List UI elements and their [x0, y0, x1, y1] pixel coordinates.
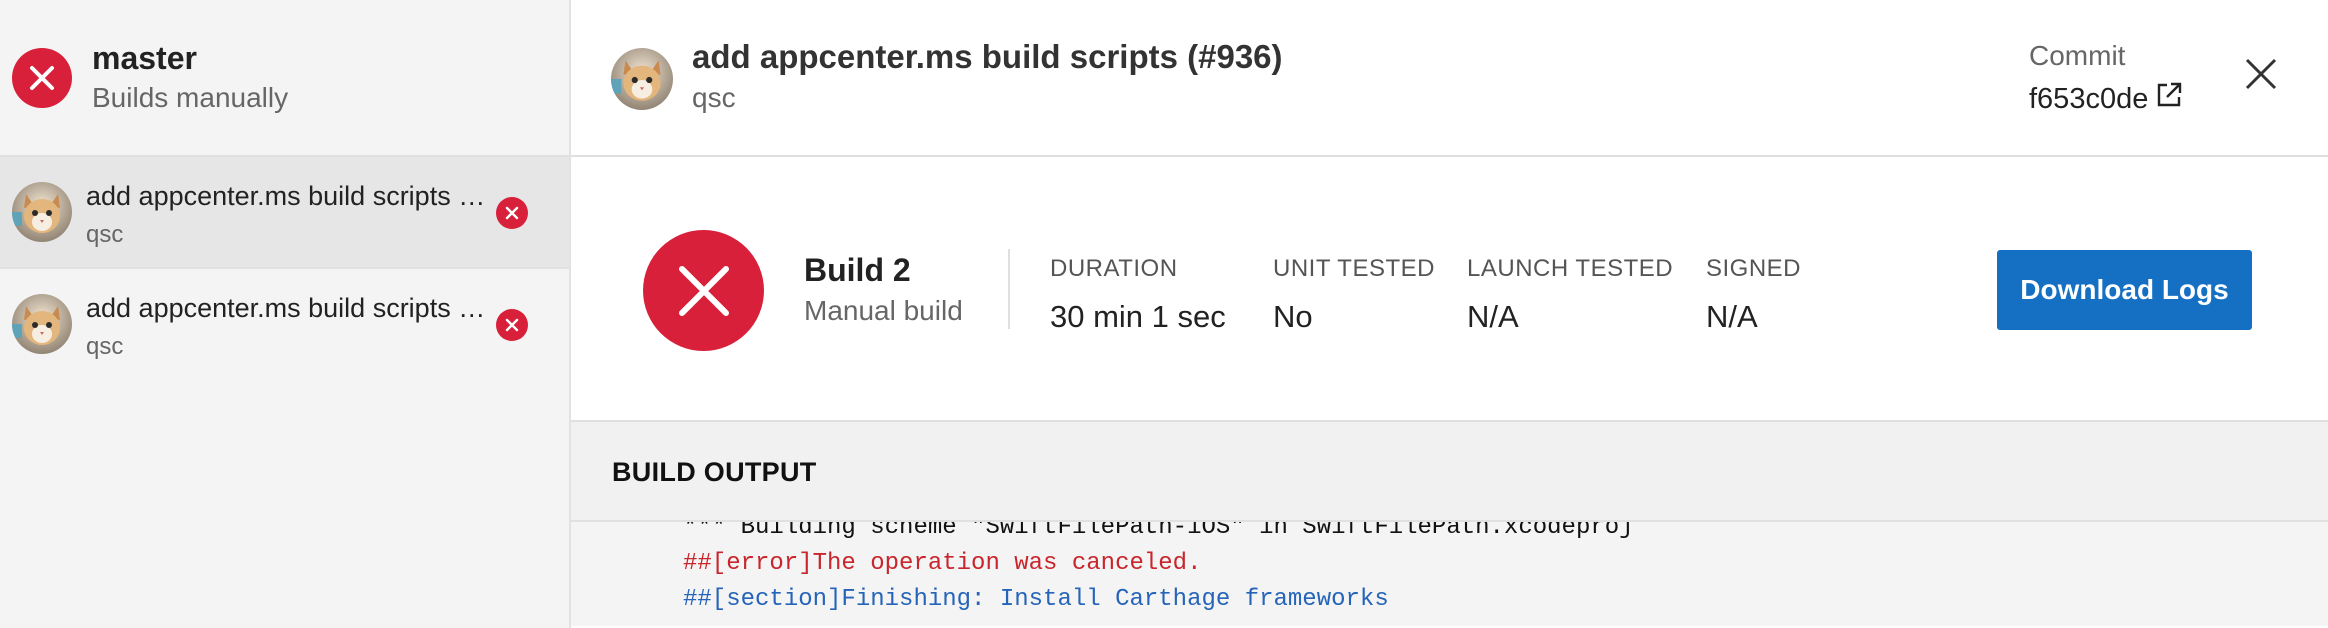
commit-header: add appcenter.ms build scripts (#936) qs… — [571, 0, 2328, 157]
commit-sha: f653c0de — [2029, 82, 2149, 115]
build-item-title: add appcenter.ms build scripts (#936) — [86, 293, 494, 323]
log-line-error: ##[error]The operation was canceled. — [683, 550, 1202, 577]
build-output-title: BUILD OUTPUT — [612, 457, 817, 487]
branch-name: master — [92, 40, 197, 76]
stat-label: SIGNED — [1706, 255, 1802, 282]
build-list-item[interactable]: add appcenter.ms build scripts (#936) qs… — [0, 269, 569, 381]
build-detail-panel: add appcenter.ms build scripts (#936) qs… — [571, 0, 2328, 628]
stat-label: UNIT TESTED — [1273, 255, 1435, 282]
stat-value: No — [1273, 299, 1313, 334]
sidebar: master Builds manually add appcenter.ms … — [0, 0, 571, 628]
branch-subtitle: Builds manually — [92, 82, 289, 113]
external-link-icon — [2154, 80, 2184, 118]
download-logs-button[interactable]: Download Logs — [1997, 250, 2252, 330]
commit-label: Commit — [2029, 40, 2126, 71]
avatar — [12, 182, 72, 242]
build-failed-icon — [496, 197, 528, 229]
log-line: *** Building scheme "SwiftFilePath-iOS" … — [683, 522, 1634, 541]
build-subtitle: Manual build — [804, 295, 963, 326]
stat-signed: SIGNED N/A — [1706, 255, 1801, 335]
stat-value: 30 min 1 sec — [1050, 299, 1226, 334]
build-output-header: BUILD OUTPUT — [571, 422, 2328, 522]
stat-launch-tested: LAUNCH TESTED N/A — [1467, 255, 1673, 335]
commit-title: add appcenter.ms build scripts (#936) — [692, 38, 1283, 75]
stat-value: N/A — [1706, 299, 1758, 334]
avatar — [12, 294, 72, 354]
branch-status-failed-icon — [12, 48, 72, 108]
build-summary: Build 2 Manual build DURATION 30 min 1 s… — [571, 157, 2328, 422]
stat-unit-tested: UNIT TESTED No — [1273, 255, 1435, 335]
stat-duration: DURATION 30 min 1 sec — [1050, 255, 1226, 335]
build-item-author: qsc — [86, 333, 124, 360]
close-icon — [2245, 58, 2277, 90]
build-failed-icon — [496, 309, 528, 341]
branch-header: master Builds manually — [0, 0, 569, 157]
commit-author: qsc — [692, 82, 736, 113]
stat-label: LAUNCH TESTED — [1467, 255, 1674, 282]
build-item-title: add appcenter.ms build scripts (#936) — [86, 181, 494, 211]
build-failed-icon — [643, 230, 764, 351]
commit-sha-link[interactable]: f653c0de — [2029, 80, 2184, 118]
stat-value: N/A — [1467, 299, 1519, 334]
build-list-item[interactable]: add appcenter.ms build scripts (#936) qs… — [0, 157, 569, 269]
avatar — [611, 48, 673, 110]
build-name: Build 2 — [804, 252, 911, 288]
build-item-author: qsc — [86, 221, 124, 248]
build-log[interactable]: *** Building scheme "SwiftFilePath-iOS" … — [571, 522, 2328, 626]
log-line-section: ##[section]Finishing: Install Carthage f… — [683, 586, 1389, 613]
divider — [1008, 249, 1010, 329]
stat-label: DURATION — [1050, 255, 1178, 282]
close-button[interactable] — [2241, 54, 2281, 94]
